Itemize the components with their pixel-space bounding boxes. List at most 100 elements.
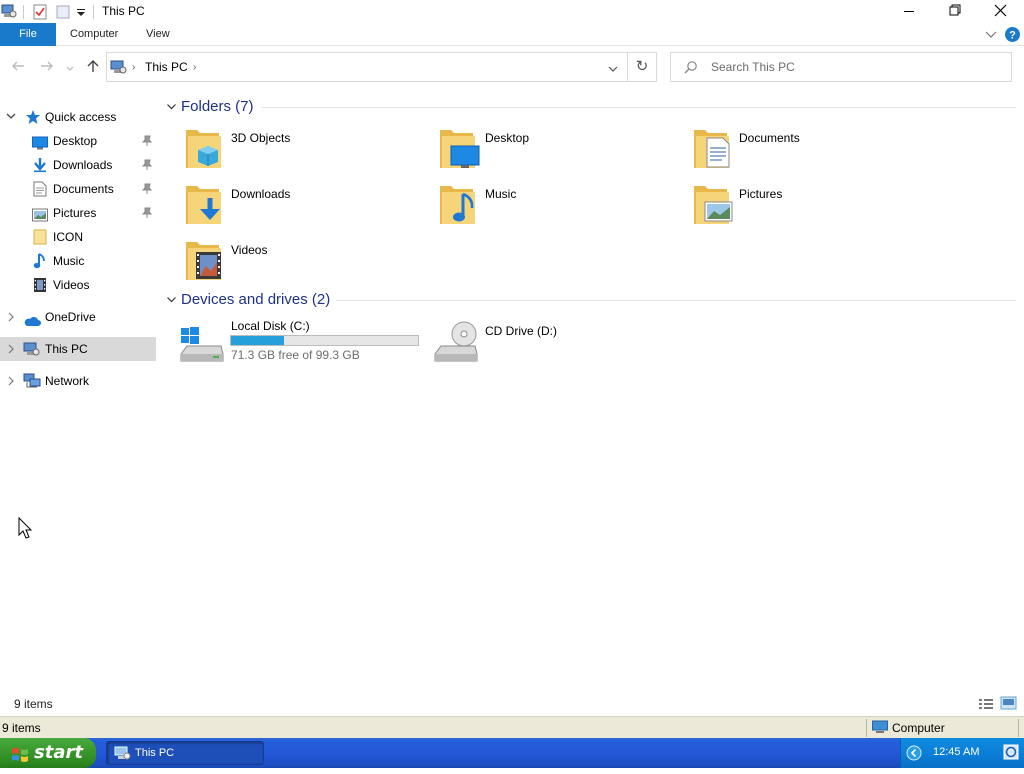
tab-view[interactable]: View xyxy=(134,23,182,46)
sidebar-item-onedrive[interactable]: OneDrive xyxy=(0,305,156,329)
downloads-folder-icon xyxy=(185,182,223,224)
sidebar-item-label: Desktop xyxy=(53,134,98,148)
group-divider xyxy=(262,107,1016,108)
new-folder-icon[interactable] xyxy=(56,4,71,20)
desktop-icon[interactable] xyxy=(1003,744,1019,760)
desktop-folder-icon xyxy=(439,126,480,168)
pc-icon xyxy=(110,59,128,75)
close-button[interactable] xyxy=(978,0,1024,23)
properties-icon[interactable] xyxy=(33,4,48,20)
content-pane xyxy=(156,90,1024,690)
folder-tile-videos[interactable]: Videos xyxy=(185,238,415,290)
window-title: This PC xyxy=(102,4,145,18)
sidebar-item-downloads[interactable]: Downloads xyxy=(0,153,156,177)
folder-icon xyxy=(33,229,47,245)
document-icon xyxy=(33,181,47,197)
navigation-pane: Quick access Desktop Downloads Documents xyxy=(0,100,156,690)
show-hidden-icons-chevron-icon[interactable] xyxy=(906,745,922,761)
chevron-right-icon[interactable] xyxy=(5,369,17,393)
folder-label: Music xyxy=(485,187,517,201)
group-heading-folders[interactable]: Folders (7) xyxy=(181,97,254,117)
start-label: start xyxy=(34,742,83,763)
title-bar: This PC xyxy=(0,0,1024,23)
zone-label: Computer xyxy=(892,721,945,735)
pin-icon[interactable] xyxy=(141,183,153,195)
group-heading-devices[interactable]: Devices and drives (2) xyxy=(181,290,330,310)
help-icon[interactable]: ? xyxy=(1004,26,1021,43)
folder-tile-music[interactable]: Music xyxy=(439,182,669,234)
sidebar-item-pictures[interactable]: Pictures xyxy=(0,201,156,225)
sidebar-item-label: Pictures xyxy=(53,206,97,220)
taskbar-button-this-pc[interactable]: This PC xyxy=(106,741,264,765)
sidebar-item-this-pc[interactable]: This PC xyxy=(0,337,156,361)
music-folder-icon xyxy=(439,182,477,224)
drive-tile-local-disk-c[interactable]: Local Disk (C:) 71.3 GB free of 99.3 GB xyxy=(179,316,424,366)
3d-objects-folder-icon xyxy=(185,126,223,168)
breadcrumb-chevron-icon[interactable]: › xyxy=(193,62,196,73)
sidebar-item-videos[interactable]: Videos xyxy=(0,273,156,297)
clock[interactable]: 12:45 AM xyxy=(933,746,979,758)
item-count: 9 items xyxy=(14,697,53,711)
film-icon xyxy=(33,277,47,293)
folder-tile-downloads[interactable]: Downloads xyxy=(185,182,415,234)
cd-drive-icon xyxy=(433,320,479,364)
folder-tile-3d-objects[interactable]: 3D Objects xyxy=(185,126,415,178)
sidebar-item-label: This PC xyxy=(45,342,88,356)
recent-locations-chevron-icon[interactable] xyxy=(65,62,75,71)
breadcrumb[interactable]: This PC xyxy=(145,60,188,74)
drive-label: Local Disk (C:) xyxy=(231,319,310,333)
up-arrow-icon[interactable] xyxy=(85,58,101,74)
drive-tile-cd-drive-d[interactable]: CD Drive (D:) xyxy=(433,316,678,366)
address-bar[interactable]: › This PC › xyxy=(106,52,628,82)
restore-button[interactable] xyxy=(932,0,978,23)
star-icon xyxy=(25,109,41,125)
sidebar-item-icon[interactable]: ICON xyxy=(0,225,156,249)
pc-icon xyxy=(114,745,132,761)
breadcrumb-separator-icon: › xyxy=(132,62,136,73)
search-icon xyxy=(683,60,699,76)
xp-status-bar: 9 items Computer xyxy=(0,716,1024,738)
sidebar-item-desktop[interactable]: Desktop xyxy=(0,129,156,153)
minimize-button[interactable] xyxy=(886,0,932,23)
collapse-devices-chevron-icon[interactable] xyxy=(166,294,177,305)
tab-computer[interactable]: Computer xyxy=(58,23,130,46)
address-dropdown-icon[interactable] xyxy=(607,63,619,73)
folder-label: Downloads xyxy=(231,187,291,201)
tab-file[interactable]: File xyxy=(0,23,56,46)
pc-app-icon[interactable] xyxy=(1,3,17,19)
mouse-cursor-icon xyxy=(18,516,34,541)
sidebar-item-music[interactable]: Music xyxy=(0,249,156,273)
documents-folder-icon xyxy=(693,126,731,168)
pin-icon[interactable] xyxy=(141,159,153,171)
chevron-down-icon[interactable] xyxy=(5,105,17,129)
sidebar-item-label: OneDrive xyxy=(45,310,96,324)
back-arrow-icon[interactable] xyxy=(10,59,26,73)
windows-drive-icon xyxy=(179,324,225,364)
pin-icon[interactable] xyxy=(141,135,153,147)
sidebar-item-documents[interactable]: Documents xyxy=(0,177,156,201)
large-icons-view-icon[interactable] xyxy=(1000,696,1018,711)
start-button[interactable]: start xyxy=(0,738,96,768)
folder-tile-pictures[interactable]: Pictures xyxy=(693,182,923,234)
ribbon: File Computer View ? xyxy=(0,23,1024,46)
search-placeholder: Search This PC xyxy=(711,60,795,74)
folder-tile-documents[interactable]: Documents xyxy=(693,126,923,178)
collapse-folders-chevron-icon[interactable] xyxy=(166,101,177,112)
chevron-right-icon[interactable] xyxy=(5,337,17,361)
search-input[interactable]: Search This PC xyxy=(670,52,1012,82)
folder-tile-desktop[interactable]: Desktop xyxy=(439,126,669,178)
details-view-icon[interactable] xyxy=(978,697,994,711)
pin-icon[interactable] xyxy=(141,207,153,219)
refresh-button[interactable]: ↻ xyxy=(628,52,657,82)
chevron-right-icon[interactable] xyxy=(5,305,17,329)
forward-arrow-icon[interactable] xyxy=(39,59,55,73)
folder-label: Videos xyxy=(231,243,268,257)
expand-ribbon-chevron-icon[interactable] xyxy=(984,29,998,41)
sidebar-item-label: ICON xyxy=(53,230,83,244)
computer-icon xyxy=(872,720,888,734)
customize-toolbar-dropdown-icon[interactable] xyxy=(76,6,86,18)
sidebar-item-network[interactable]: Network xyxy=(0,369,156,393)
folder-label: 3D Objects xyxy=(231,131,291,145)
folder-label: Desktop xyxy=(485,131,530,145)
sidebar-item-quick-access[interactable]: Quick access xyxy=(0,105,156,129)
